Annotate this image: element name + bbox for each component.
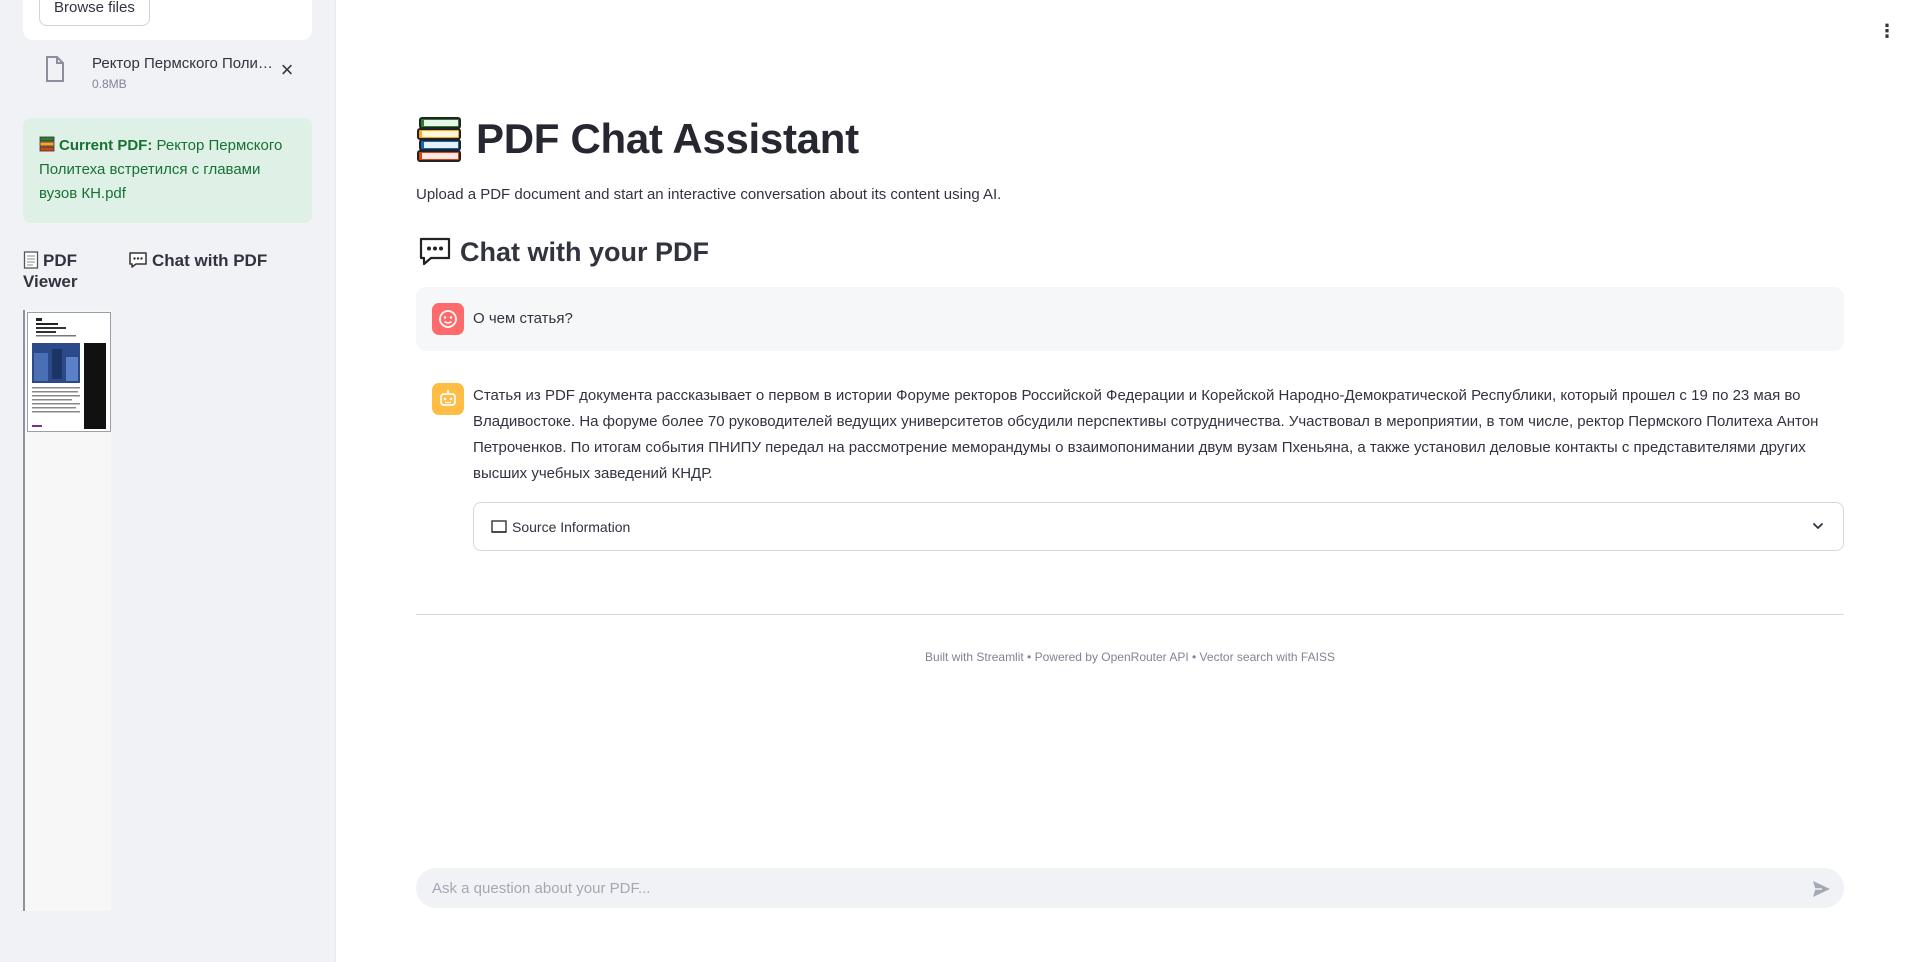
uploaded-file: Ректор Пермского Поли… 0.8MB × — [23, 50, 312, 100]
tab-pdf-viewer[interactable]: PDF Viewer — [23, 250, 93, 292]
chat-input-container — [416, 868, 1844, 908]
expander-label: Source Information — [512, 519, 631, 535]
tab-list: PDF Viewer Chat with PDF — [23, 250, 312, 298]
tab-chat-with-pdf[interactable]: Chat with PDF — [128, 250, 267, 271]
chat-section-header: Chat with your PDF — [418, 236, 709, 268]
user-avatar-icon — [432, 303, 464, 335]
pdf-viewer[interactable] — [23, 310, 111, 911]
file-name: Ректор Пермского Поли… — [92, 55, 273, 72]
message-text: Статья из PDF документа рассказывает о п… — [473, 387, 1819, 482]
speech-bubble-icon — [419, 237, 451, 266]
chat-section-title: Chat with your PDF — [460, 236, 709, 267]
sidebar: Browse files Ректор Пермского Поли… 0.8M… — [0, 0, 336, 962]
source-information-expander[interactable]: Source Information — [473, 502, 1844, 551]
book-icon — [491, 520, 507, 533]
tab-chat-label: Chat with PDF — [152, 251, 268, 270]
send-icon[interactable] — [1810, 878, 1832, 900]
page-subtitle: Upload a PDF document and start an inter… — [416, 186, 1002, 203]
file-icon — [46, 56, 64, 82]
close-icon[interactable]: × — [275, 59, 299, 83]
page-icon — [23, 251, 39, 269]
file-uploader: Browse files — [23, 0, 312, 40]
footer-text: Built with Streamlit • Powered by OpenRo… — [925, 650, 1335, 664]
file-size: 0.8MB — [92, 77, 127, 91]
pdf-page-thumbnail[interactable] — [27, 312, 111, 432]
chat-message-assistant: Статья из PDF документа рассказывает о п… — [416, 367, 1844, 557]
current-pdf-alert: Current PDF: Ректор Пермского Политеха в… — [23, 118, 312, 223]
pdf-page-preview — [28, 313, 110, 431]
bot-avatar-icon — [432, 383, 464, 415]
page-header: PDF Chat Assistant — [416, 112, 859, 166]
books-icon — [417, 117, 461, 162]
speech-bubble-icon — [129, 252, 147, 268]
divider — [416, 614, 1844, 615]
books-icon — [39, 136, 55, 152]
chevron-down-icon — [1813, 523, 1823, 529]
current-pdf-label: Current PDF: — [59, 137, 153, 154]
message-text: О чем статья? — [473, 310, 573, 327]
page-title: PDF Chat Assistant — [476, 115, 859, 162]
chat-input[interactable] — [416, 868, 1786, 908]
chat-message-user: О чем статья? — [416, 287, 1844, 351]
browse-files-button[interactable]: Browse files — [39, 0, 150, 26]
main-menu-icon[interactable]: ⋮ — [1878, 22, 1896, 42]
